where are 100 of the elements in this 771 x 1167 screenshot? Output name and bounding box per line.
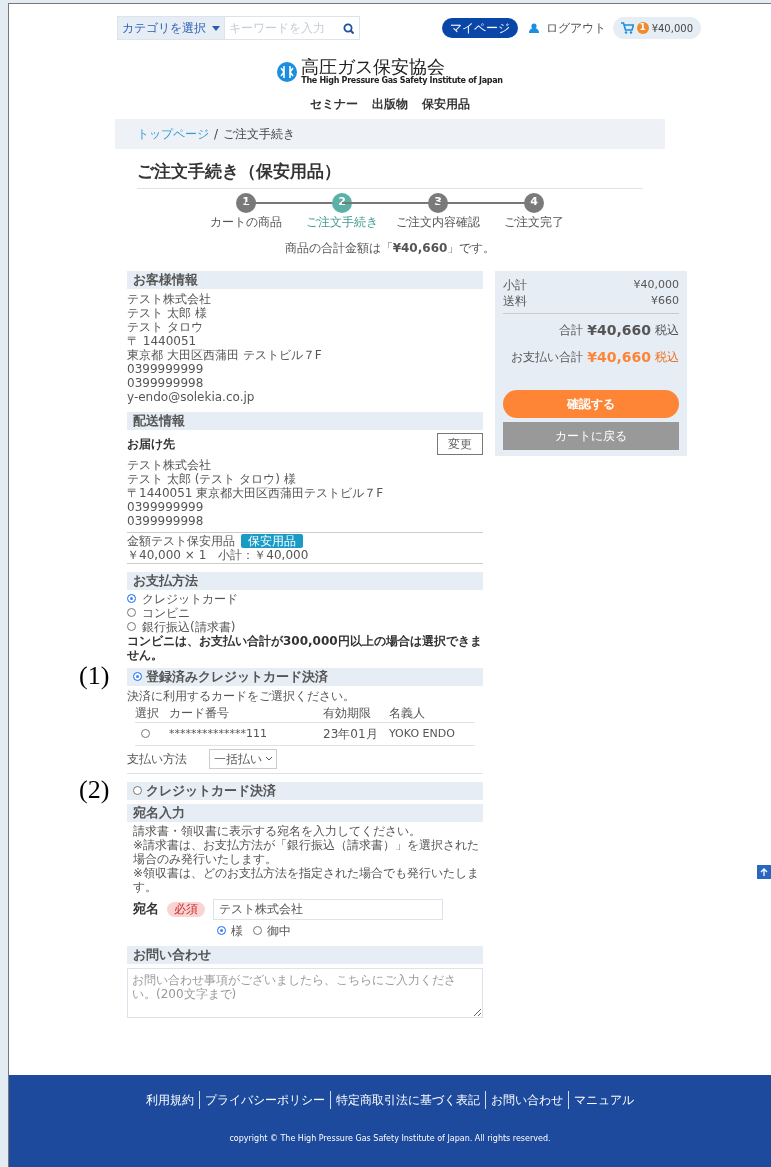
footer-link[interactable]: お問い合わせ [485, 1091, 568, 1109]
category-select[interactable]: カテゴリを選択 [117, 16, 225, 40]
summary-value: ¥660 [651, 292, 679, 309]
destination-label: お届け先 [127, 436, 175, 451]
section-heading: お客様情報 [127, 270, 483, 289]
radio-button[interactable] [133, 786, 142, 795]
payment-method-header[interactable]: クレジットカード決済 [127, 781, 483, 800]
category-tag: 保安用品 [241, 533, 303, 548]
installment-select[interactable]: 一括払い [209, 748, 277, 769]
step-label: カートの商品 [210, 214, 282, 229]
radio-button[interactable] [127, 594, 136, 603]
column-header: 名義人 [389, 705, 426, 720]
user-icon [528, 23, 539, 33]
nav-link[interactable]: 出版物 [372, 95, 408, 113]
tax-note: 税込 [655, 349, 679, 366]
customer-info-line: 〒 1440051 [127, 333, 198, 348]
logout-link[interactable]: ログアウト [545, 19, 606, 37]
radio-button[interactable] [127, 622, 136, 631]
section-heading: 配送情報 [127, 411, 483, 430]
installment-label: 支払い方法 [127, 751, 187, 766]
payment-note: コンビニは、お支払い合計が300,000円以上の場合は選択できません。 [127, 633, 483, 662]
tax-note: 税込 [655, 322, 679, 339]
page-title: ご注文手続き（保安用品） [137, 160, 342, 183]
total-message: 商品の合計金額は「¥40,660」です。 [283, 239, 497, 257]
payment-total-amount: ¥40,660 [587, 347, 651, 367]
addressee-note: ※請求書は、お支払方法が「銀行振込（請求書）」を選択された場合のみ発行いたします。 [133, 837, 481, 866]
customer-info-line: y-endo@solekia.co.jp [127, 389, 256, 404]
section-heading: お問い合わせ [127, 945, 483, 964]
cart-count-badge: 1 [636, 22, 649, 34]
addressee-note: ※領収書は、どのお支払方法を指定された場合でも発行いたします。 [133, 865, 481, 894]
summary-label: 送料 [503, 292, 527, 309]
radio-button[interactable] [217, 926, 226, 935]
annotation-marker: (1) [79, 660, 110, 691]
chevron-down-icon [266, 756, 272, 761]
cart-button[interactable]: 1 ¥40,000 [612, 17, 701, 39]
table-cell-text: **************111 [169, 726, 268, 741]
customer-info-line: 0399999998 [127, 375, 205, 390]
addressee-label: 宛名 [133, 902, 159, 916]
step-label: ご注文内容確認 [396, 214, 480, 229]
item-name: 金額テスト保安用品 [127, 533, 235, 548]
honorific-label: 御中 [267, 923, 291, 938]
addressee-note: 請求書・領収書に表示する宛名を入力してください。 [133, 823, 422, 838]
payment-total-label: お支払い合計 [511, 349, 584, 366]
search-icon [342, 22, 354, 34]
cart-amount: ¥40,000 [651, 21, 693, 36]
logo-title: 高圧ガス保安協会 [301, 58, 446, 76]
radio-button[interactable] [253, 926, 262, 935]
payment-method-header[interactable]: 登録済みクレジットカード決済 [127, 667, 483, 686]
logo-subtitle: The High Pressure Gas Safety Institute of Japan [301, 77, 503, 85]
change-button[interactable]: 変更 [437, 432, 483, 455]
total-amount: ¥40,660 [587, 320, 651, 340]
annotation-marker: (2) [79, 774, 110, 805]
section-heading: お支払方法 [127, 571, 483, 590]
step-label: ご注文完了 [504, 214, 564, 229]
item-price-detail: ￥40,000 × 1 小計：￥40,000 [127, 547, 310, 562]
total-label: 合計 [559, 322, 584, 339]
customer-info-line: テスト株式会社 [127, 291, 212, 306]
customer-info-line: テスト タロウ [127, 319, 204, 334]
step-label: ご注文手続き [306, 214, 378, 229]
logo-icon [277, 61, 298, 82]
card-instruction: 決済に利用するカードをご選択ください。 [127, 688, 356, 703]
arrow-up-icon [760, 867, 768, 877]
payment-option-label: 銀行振込(請求書) [142, 619, 236, 634]
footer-link[interactable]: プライバシーポリシー [199, 1091, 330, 1109]
customer-info-line: 東京都 大田区西蒲田 テストビル７F [127, 347, 323, 362]
column-header: カード番号 [169, 705, 230, 720]
radio-button[interactable] [127, 608, 136, 617]
table-cell-text: 23年01月 [323, 726, 379, 741]
footer-link[interactable]: マニュアル [568, 1091, 639, 1109]
addressee-field[interactable]: テスト株式会社 [213, 898, 443, 920]
payment-option-label: コンビニ [142, 605, 190, 620]
shipping-info-line: 0399999998 [127, 513, 205, 528]
radio-button[interactable] [133, 672, 142, 681]
footer-link[interactable]: 特定商取引法に基づく表記 [330, 1091, 485, 1109]
breadcrumb-separator: / [214, 126, 219, 143]
inquiry-field[interactable]: お問い合わせ事項がございましたら、こちらにご入力ください。(200文字まで) [127, 967, 483, 1018]
table-cell-text: YOKO ENDO [389, 726, 456, 741]
caret-icon [212, 25, 220, 31]
nav-link[interactable]: セミナー [310, 95, 358, 113]
section-heading: 宛名入力 [127, 803, 483, 822]
summary-value: ¥40,000 [633, 276, 679, 293]
copyright-text: copyright © The High Pressure Gas Safety Institute of Japan. All rights reserved. [229, 1133, 551, 1145]
shipping-info-line: テスト株式会社 [127, 457, 212, 472]
summary-label: 小計 [503, 276, 527, 293]
cart-icon [620, 22, 634, 34]
breadcrumb-current: ご注文手続き [223, 126, 296, 143]
column-header: 有効期限 [323, 705, 372, 720]
mypage-button[interactable]: マイページ [441, 18, 518, 38]
payment-option-label: クレジットカード [142, 591, 238, 606]
radio-button[interactable] [141, 729, 150, 738]
customer-info-line: 0399999999 [127, 361, 205, 376]
shipping-info-line: 0399999999 [127, 499, 205, 514]
customer-info-line: テスト 太郎 様 [127, 305, 208, 320]
shipping-info-line: テスト 太郎 (テスト タロウ) 様 [127, 471, 297, 486]
back-to-top-button[interactable] [757, 865, 771, 879]
column-header: 選択 [135, 705, 160, 720]
nav-link[interactable]: 保安用品 [422, 95, 470, 113]
footer-link[interactable]: 利用規約 [141, 1091, 199, 1109]
honorific-label: 様 [231, 923, 243, 938]
required-badge: 必須 [167, 901, 205, 917]
